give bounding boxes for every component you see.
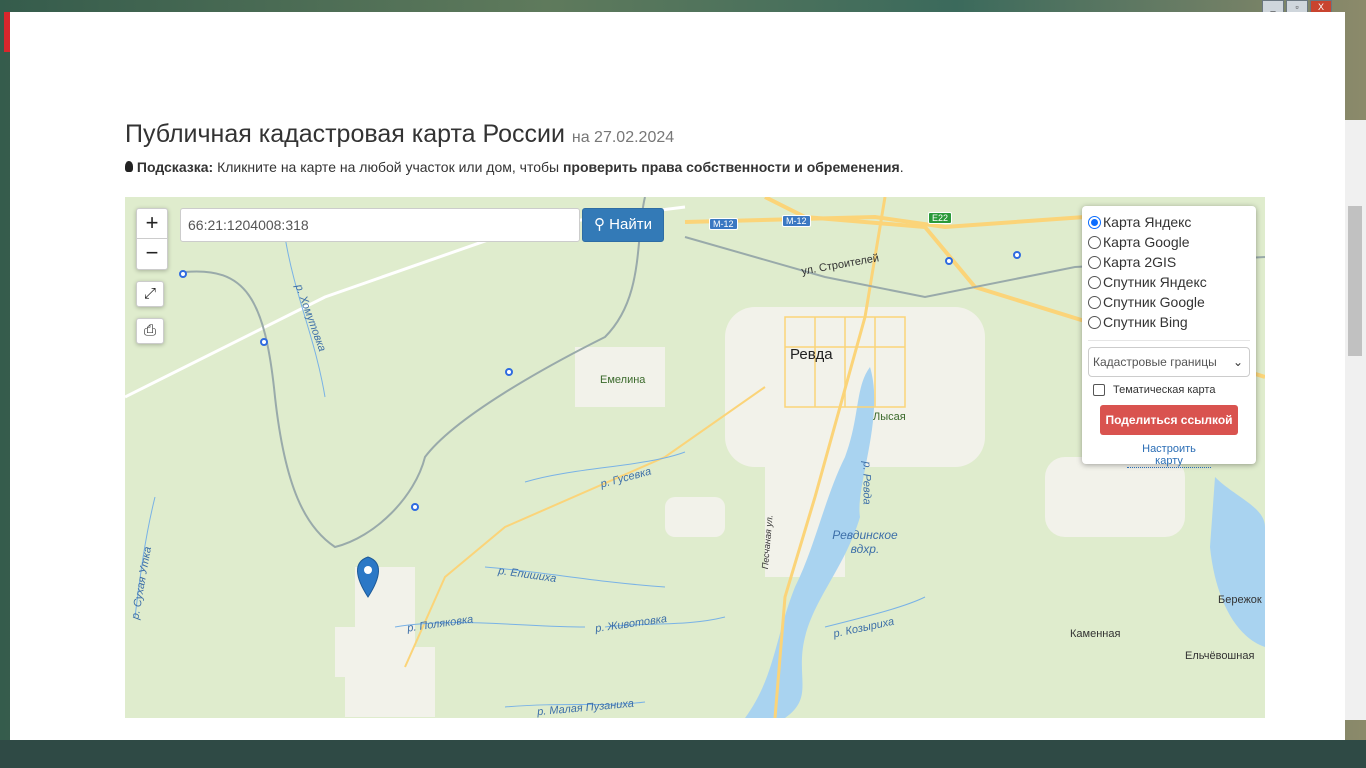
page-title: Публичная кадастровая карта России на 27… bbox=[125, 120, 674, 149]
layer-option-google-satellite[interactable]: Спутник Google bbox=[1088, 292, 1250, 312]
map-label-berezhok: Бережок bbox=[1218, 594, 1262, 606]
map-label-elchevoshnaya: Ельчёвошная bbox=[1185, 650, 1255, 662]
overlay-select[interactable]: Кадастровые границы ⌄ bbox=[1088, 347, 1250, 377]
layer-label: Карта 2GIS bbox=[1103, 254, 1177, 270]
layer-label: Спутник Bing bbox=[1103, 314, 1188, 330]
road-shield-e22: E22 bbox=[928, 212, 953, 224]
road-shield-m12: M-12 bbox=[782, 215, 811, 227]
layer-option-2gis-map[interactable]: Карта 2GIS bbox=[1088, 252, 1250, 272]
map-label-emelina: Емелина bbox=[600, 374, 646, 386]
layer-panel: Карта Яндекс Карта Google Карта 2GIS Спу… bbox=[1082, 206, 1256, 468]
overlay-section: Кадастровые границы ⌄ bbox=[1088, 340, 1250, 377]
layer-label: Карта Яндекс bbox=[1103, 214, 1192, 230]
lightbulb-icon bbox=[125, 161, 133, 172]
thematic-map-toggle[interactable]: Тематическая карта bbox=[1088, 384, 1250, 396]
layer-option-bing-satellite[interactable]: Спутник Bing bbox=[1088, 312, 1250, 332]
zoom-control: + − bbox=[136, 208, 168, 270]
print-icon[interactable]: ⎙ bbox=[136, 318, 164, 344]
overlay-select-value: Кадастровые границы bbox=[1093, 355, 1217, 369]
layer-label: Спутник Google bbox=[1103, 294, 1205, 310]
layer-option-yandex-map[interactable]: Карта Яндекс bbox=[1088, 212, 1250, 232]
scrollbar-thumb[interactable] bbox=[1348, 206, 1362, 356]
chevron-down-icon: ⌄ bbox=[1232, 355, 1243, 369]
radio[interactable] bbox=[1088, 275, 1101, 289]
map-label-kamennaya: Каменная bbox=[1070, 628, 1121, 640]
configure-map-link[interactable]: Настроить карту bbox=[1127, 443, 1211, 468]
layer-option-yandex-satellite[interactable]: Спутник Яндекс bbox=[1088, 272, 1250, 292]
search-button-label: Найти bbox=[609, 216, 652, 233]
hint-text: Кликните на карте на любой участок или д… bbox=[213, 159, 563, 175]
thematic-label: Тематическая карта bbox=[1113, 384, 1216, 396]
thematic-checkbox[interactable] bbox=[1093, 384, 1105, 396]
map[interactable]: Ревда Емелина Лысая р. Гусевка Ревдинско… bbox=[125, 197, 1265, 718]
taskbar bbox=[0, 740, 1366, 768]
hint-label: Подсказка: bbox=[136, 159, 214, 175]
date-label: на 27.02.2024 bbox=[571, 129, 675, 146]
fullscreen-icon[interactable]: ⤢ bbox=[136, 281, 164, 307]
title-text: Публичная кадастровая карта России bbox=[125, 120, 565, 148]
scrollbar[interactable] bbox=[1345, 120, 1366, 720]
map-label-lysaya: Лысая bbox=[873, 411, 906, 423]
zoom-in-button[interactable]: + bbox=[137, 209, 167, 239]
layer-label: Карта Google bbox=[1103, 234, 1190, 250]
radio[interactable] bbox=[1088, 235, 1101, 249]
hint-end: . bbox=[899, 159, 904, 175]
cadastral-search-input[interactable]: 66:21:1204008:318 bbox=[180, 208, 580, 242]
hint: Подсказка: Кликните на карте на любой уч… bbox=[125, 159, 904, 175]
share-link-button[interactable]: Поделиться ссылкой bbox=[1100, 405, 1238, 435]
radio[interactable] bbox=[1088, 255, 1101, 269]
layer-label: Спутник Яндекс bbox=[1103, 274, 1207, 290]
zoom-out-button[interactable]: − bbox=[137, 239, 167, 269]
radio[interactable] bbox=[1088, 295, 1101, 309]
map-label-city: Ревда bbox=[790, 346, 833, 363]
radio[interactable] bbox=[1088, 315, 1101, 329]
map-label-reservoir: Ревдинское вдхр. bbox=[832, 528, 898, 556]
map-pin-icon[interactable] bbox=[353, 557, 383, 597]
radio-selected[interactable] bbox=[1088, 215, 1101, 229]
layer-option-google-map[interactable]: Карта Google bbox=[1088, 232, 1250, 252]
search-button[interactable]: ⚲ Найти bbox=[582, 208, 664, 242]
road-shield-m12: M-12 bbox=[709, 218, 738, 230]
map-label-revda-river: р. Ревда bbox=[860, 461, 873, 505]
hint-bold: проверить права собственности и обремене… bbox=[562, 159, 900, 175]
search-icon: ⚲ bbox=[594, 216, 605, 233]
